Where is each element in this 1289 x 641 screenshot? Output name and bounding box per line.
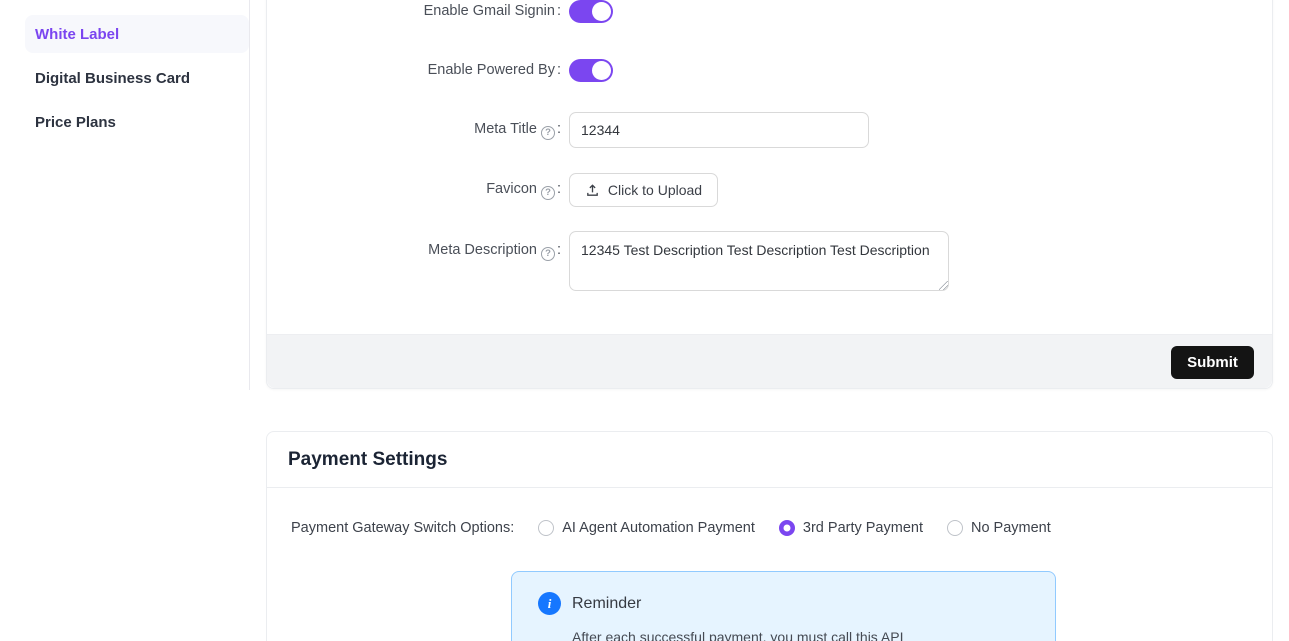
favicon-label: Favicon?: — [301, 181, 561, 200]
info-icon: i — [538, 592, 561, 615]
payment-settings-title: Payment Settings — [288, 449, 447, 471]
form-footer-bar: Submit — [267, 334, 1272, 388]
powered-by-row: Enable Powered By: — [267, 59, 1272, 82]
radio-label: 3rd Party Payment — [803, 520, 923, 536]
radio-no-payment[interactable]: No Payment — [947, 520, 1051, 536]
radio-ai-agent-automation-payment[interactable]: AI Agent Automation Payment — [538, 520, 755, 536]
help-icon[interactable]: ? — [541, 126, 555, 140]
help-icon[interactable]: ? — [541, 247, 555, 261]
powered-by-toggle[interactable] — [569, 59, 613, 82]
radio-icon[interactable] — [947, 520, 963, 536]
upload-icon — [585, 183, 600, 198]
upload-button-label: Click to Upload — [608, 182, 702, 198]
payment-gateway-options-label: Payment Gateway Switch Options: — [291, 520, 514, 536]
meta-title-label: Meta Title?: — [301, 121, 561, 140]
payment-gateway-options-row: Payment Gateway Switch Options: AI Agent… — [291, 516, 1051, 540]
sidebar-item-label: White Label — [35, 26, 119, 43]
payment-settings-header: Payment Settings — [267, 432, 1272, 488]
gmail-signin-row: Enable Gmail Signin: — [267, 0, 1272, 23]
radio-3rd-party-payment[interactable]: 3rd Party Payment — [779, 520, 923, 536]
gmail-signin-label: Enable Gmail Signin: — [301, 3, 561, 19]
radio-label: No Payment — [971, 520, 1051, 536]
radio-icon[interactable] — [779, 520, 795, 536]
reminder-alert-box: i Reminder After each successful payment… — [511, 571, 1056, 641]
meta-title-input[interactable] — [569, 112, 869, 148]
toggle-knob — [592, 2, 611, 21]
gmail-signin-toggle[interactable] — [569, 0, 613, 23]
toggle-knob — [592, 61, 611, 80]
meta-description-label: Meta Description?: — [301, 242, 561, 261]
sidebar-item-price-plans[interactable]: Price Plans — [25, 103, 249, 141]
payment-settings-card: Payment Settings Payment Gateway Switch … — [266, 431, 1273, 641]
sidebar-item-digital-business-card[interactable]: Digital Business Card — [25, 59, 249, 97]
sidebar-item-label: Price Plans — [35, 114, 116, 131]
radio-icon[interactable] — [538, 520, 554, 536]
powered-by-label: Enable Powered By: — [301, 62, 561, 78]
meta-description-textarea[interactable]: 12345 Test Description Test Description … — [569, 231, 949, 291]
submit-button[interactable]: Submit — [1171, 346, 1254, 379]
reminder-body-text: After each successful payment, you must … — [572, 627, 1032, 641]
meta-description-row: Meta Description?: 12345 Test Descriptio… — [267, 231, 1272, 291]
help-icon[interactable]: ? — [541, 186, 555, 200]
sidebar-item-label: Digital Business Card — [35, 70, 190, 87]
radio-label: AI Agent Automation Payment — [562, 520, 755, 536]
white-label-form-card: Enable Gmail Signin: Enable Powered By: … — [266, 0, 1273, 389]
favicon-row: Favicon?: Click to Upload — [267, 173, 1272, 207]
meta-title-row: Meta Title?: — [267, 112, 1272, 148]
reminder-title: Reminder — [572, 595, 641, 613]
favicon-upload-button[interactable]: Click to Upload — [569, 173, 718, 207]
sidebar-item-white-label[interactable]: White Label — [25, 15, 249, 53]
settings-sidebar: White Label Digital Business Card Price … — [0, 0, 250, 390]
